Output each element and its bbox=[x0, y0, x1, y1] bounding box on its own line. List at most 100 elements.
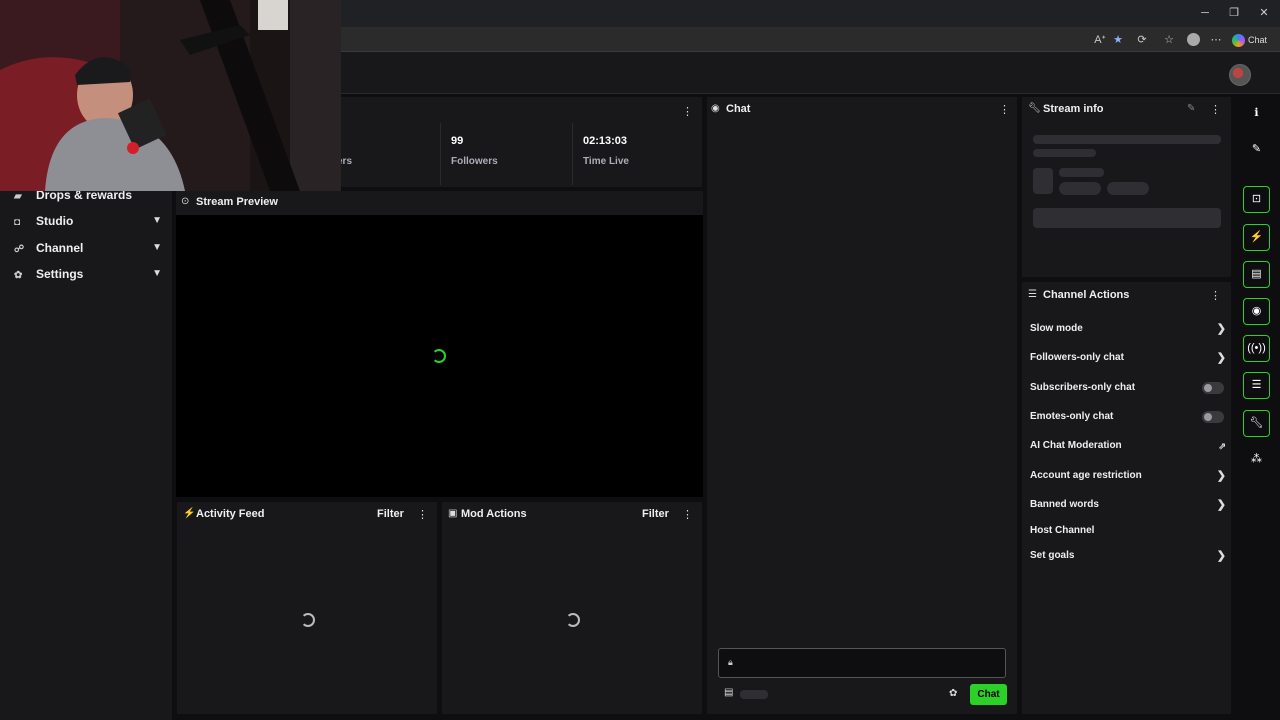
chevron-right-icon: ❯ bbox=[1216, 470, 1226, 482]
stream-info-panel: 🔧︎ Stream info ✎ ⋮ bbox=[1021, 96, 1232, 278]
followers-label: Followers bbox=[451, 156, 498, 167]
favorites-icon[interactable]: ☆ bbox=[1161, 32, 1177, 48]
edit-pencil-icon[interactable]: ✎ bbox=[1243, 137, 1270, 164]
webcam-overlay bbox=[0, 0, 341, 191]
panel-title: Mod Actions bbox=[461, 508, 527, 520]
action-label: Set goals bbox=[1030, 550, 1075, 561]
copilot-label: Chat bbox=[1248, 35, 1268, 45]
text-placeholder bbox=[1059, 168, 1104, 177]
extensions-icon[interactable]: ⟳ bbox=[1134, 32, 1150, 48]
read-aloud-icon[interactable]: Aᐩ bbox=[1092, 32, 1108, 48]
minimize-icon[interactable]: ─ bbox=[1195, 5, 1215, 21]
action-label: Followers-only chat bbox=[1030, 352, 1124, 363]
points-placeholder bbox=[740, 690, 768, 699]
settings-gear-icon[interactable]: ✿ bbox=[949, 688, 957, 699]
chevron-right-icon: ❯ bbox=[1216, 323, 1226, 335]
filter-button[interactable]: Filter bbox=[377, 508, 404, 520]
ai-chat-moderation-row[interactable]: AI Chat Moderation ⇗ bbox=[1030, 437, 1226, 455]
broadcast-icon[interactable]: ((•)) bbox=[1243, 335, 1270, 362]
divider bbox=[572, 123, 573, 185]
panel-title: Chat bbox=[726, 103, 751, 115]
add-widget-icon[interactable]: ⁂ bbox=[1243, 447, 1270, 474]
more-options-icon[interactable]: ⋮ bbox=[1210, 103, 1221, 116]
more-options-icon[interactable]: ⋮ bbox=[1210, 289, 1221, 302]
sidebar-item-channel[interactable]: ☍ Channel ▼ bbox=[14, 237, 164, 259]
action-label: Host Channel bbox=[1030, 525, 1095, 536]
chevron-down-icon: ▼ bbox=[152, 215, 162, 226]
document-icon[interactable]: ▤ bbox=[1243, 261, 1270, 288]
more-options-icon[interactable]: ⋮ bbox=[682, 508, 693, 521]
stream-preview-header: ⊙ Stream Preview bbox=[176, 191, 703, 215]
host-channel-row[interactable]: Host Channel bbox=[1030, 522, 1226, 540]
loading-spinner-icon bbox=[566, 613, 580, 627]
copilot-icon bbox=[1232, 34, 1245, 48]
profile-icon[interactable] bbox=[1185, 32, 1201, 48]
stream-preview-player[interactable] bbox=[176, 215, 703, 497]
tag-placeholder bbox=[1107, 182, 1149, 195]
action-label: Subscribers-only chat bbox=[1030, 382, 1136, 393]
channel-actions-icon: ☰ bbox=[1028, 289, 1037, 300]
slow-mode-row[interactable]: Slow mode ❯ bbox=[1030, 320, 1226, 338]
emotes-only-chat-row: Emotes-only chat bbox=[1030, 408, 1226, 426]
button-placeholder bbox=[1033, 208, 1221, 228]
mod-actions-panel: ▣ Mod Actions Filter ⋮ bbox=[441, 501, 703, 715]
chat-bubble-icon: ◉ bbox=[711, 103, 720, 114]
account-age-restriction-row[interactable]: Account age restriction ❯ bbox=[1030, 467, 1226, 485]
chat-input[interactable]: 🔒︎ bbox=[718, 648, 1006, 678]
chevron-down-icon: ▼ bbox=[152, 242, 162, 253]
close-window-icon[interactable]: ✕ bbox=[1254, 5, 1274, 21]
time-live-label: Time Live bbox=[583, 156, 629, 167]
banned-words-row[interactable]: Banned words ❯ bbox=[1030, 496, 1226, 514]
edit-pencil-icon[interactable]: ✎ bbox=[1187, 103, 1195, 114]
divider bbox=[440, 123, 441, 185]
studio-icon: ◘ bbox=[14, 217, 21, 228]
set-goals-row[interactable]: Set goals ❯ bbox=[1030, 547, 1226, 565]
lock-icon: 🔒︎ bbox=[728, 657, 733, 667]
followers-only-chat-row[interactable]: Followers-only chat ❯ bbox=[1030, 349, 1226, 367]
chevron-right-icon: ❯ bbox=[1216, 550, 1226, 562]
thumbnail-placeholder bbox=[1033, 168, 1053, 194]
shield-icon: ▣ bbox=[448, 508, 458, 519]
lightning-icon[interactable]: ⚡ bbox=[1243, 224, 1270, 251]
favorite-star-icon[interactable]: ★ bbox=[1110, 32, 1126, 48]
action-label: Account age restriction bbox=[1030, 470, 1142, 481]
more-options-icon[interactable]: ⋮ bbox=[682, 105, 693, 118]
external-link-icon: ⇗ bbox=[1218, 441, 1226, 451]
avatar[interactable] bbox=[1229, 64, 1251, 86]
store-icon[interactable]: ▤ bbox=[724, 687, 733, 698]
subscribers-only-chat-row: Subscribers-only chat bbox=[1030, 379, 1226, 397]
chat-bubble-icon[interactable]: ◉ bbox=[1243, 298, 1270, 325]
channel-actions-icon[interactable]: ☰ bbox=[1243, 372, 1270, 399]
chevron-right-icon: ❯ bbox=[1216, 352, 1226, 364]
lightning-icon: ⚡ bbox=[183, 508, 196, 519]
gear-icon: ✿ bbox=[14, 270, 23, 281]
sidebar-item-settings[interactable]: ✿ Settings ▼ bbox=[14, 263, 164, 285]
emotes-only-toggle[interactable] bbox=[1202, 411, 1224, 423]
more-options-icon[interactable]: ⋯ bbox=[1208, 32, 1224, 48]
panel-title: Channel Actions bbox=[1043, 289, 1130, 301]
sidebar-item-label: Channel bbox=[36, 241, 84, 255]
wrench-icon: 🔧︎ bbox=[1028, 103, 1041, 114]
filter-button[interactable]: Filter bbox=[642, 508, 669, 520]
copilot-chat-button[interactable]: Chat bbox=[1232, 32, 1274, 48]
more-options-icon[interactable]: ⋮ bbox=[999, 103, 1010, 116]
tag-placeholder bbox=[1059, 182, 1101, 195]
panel-title: Stream Preview bbox=[196, 196, 278, 208]
action-label: AI Chat Moderation bbox=[1030, 440, 1122, 451]
clip-icon[interactable]: ⊡ bbox=[1243, 186, 1270, 213]
channel-icon: ☍ bbox=[14, 244, 25, 255]
subscribers-only-toggle[interactable] bbox=[1202, 382, 1224, 394]
chat-send-button[interactable]: Chat bbox=[970, 684, 1007, 705]
info-icon[interactable]: ℹ bbox=[1243, 101, 1270, 128]
webcam-image bbox=[0, 0, 341, 191]
chevron-right-icon: ❯ bbox=[1216, 499, 1226, 511]
text-placeholder bbox=[1033, 149, 1096, 157]
loading-spinner-icon bbox=[301, 613, 315, 627]
action-label: Banned words bbox=[1030, 499, 1099, 510]
more-options-icon[interactable]: ⋮ bbox=[417, 508, 428, 521]
wrench-icon[interactable]: 🔧︎ bbox=[1243, 410, 1270, 437]
restore-icon[interactable]: ❐ bbox=[1224, 5, 1244, 21]
time-live-value: 02:13:03 bbox=[583, 135, 628, 147]
sidebar-item-studio[interactable]: ◘ Studio ▼ bbox=[14, 210, 164, 232]
panel-title: Stream info bbox=[1043, 103, 1104, 115]
